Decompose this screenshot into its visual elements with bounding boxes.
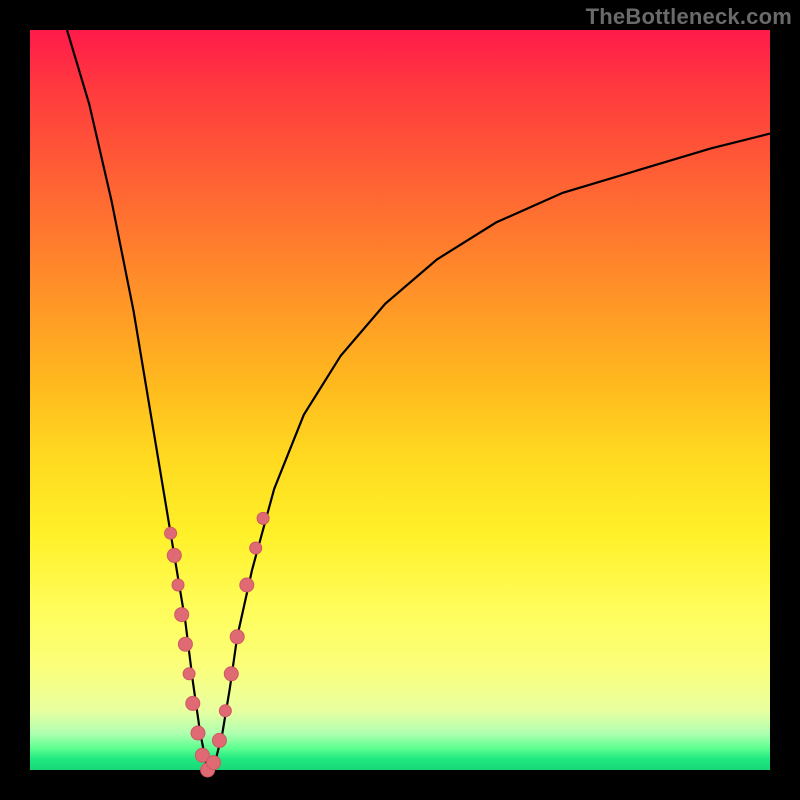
curve-marker <box>175 608 189 622</box>
curve-markers <box>165 512 270 777</box>
curve-marker <box>165 527 177 539</box>
bottleneck-curve <box>67 30 770 770</box>
curve-marker <box>178 637 192 651</box>
curve-marker <box>224 667 238 681</box>
curve-marker <box>172 579 184 591</box>
chart-frame: TheBottleneck.com <box>0 0 800 800</box>
curve-layer <box>30 30 770 770</box>
curve-marker <box>219 705 231 717</box>
watermark-text: TheBottleneck.com <box>586 4 792 30</box>
curve-marker <box>183 668 195 680</box>
curve-marker <box>257 512 269 524</box>
curve-marker <box>250 542 262 554</box>
curve-marker <box>186 696 200 710</box>
curve-marker <box>207 756 221 770</box>
curve-marker <box>230 630 244 644</box>
curve-marker <box>212 733 226 747</box>
curve-marker <box>191 726 205 740</box>
curve-marker <box>167 548 181 562</box>
curve-marker <box>240 578 254 592</box>
